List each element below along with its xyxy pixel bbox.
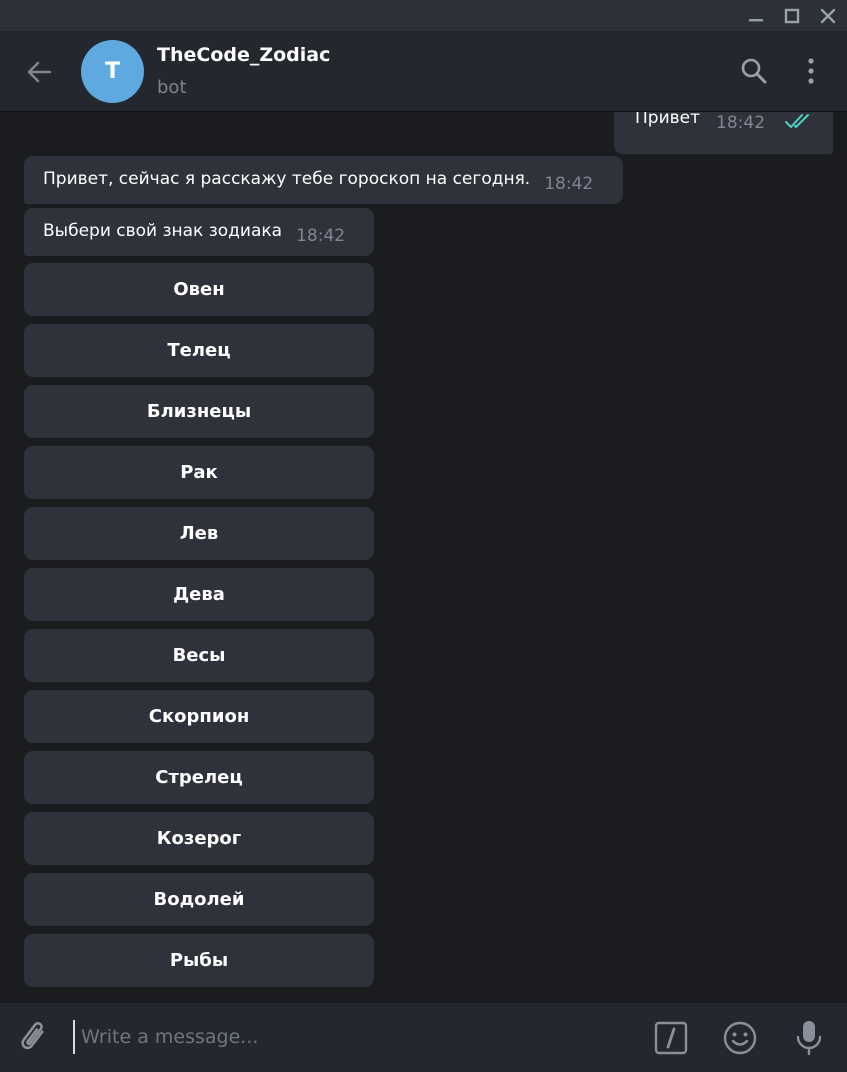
incoming-message[interactable]: Выбери свой знак зодиака 18:42 bbox=[24, 208, 374, 256]
emoji-button[interactable] bbox=[722, 1020, 758, 1056]
incoming-message[interactable]: Привет, сейчас я расскажу тебе гороскоп … bbox=[24, 156, 623, 204]
message-input[interactable] bbox=[73, 1020, 601, 1054]
zodiac-button-cancer[interactable]: Рак bbox=[24, 446, 374, 499]
back-button[interactable] bbox=[24, 57, 54, 87]
maximize-button[interactable] bbox=[780, 4, 804, 28]
emoji-icon bbox=[723, 1021, 757, 1055]
double-check-icon bbox=[784, 112, 812, 130]
search-button[interactable] bbox=[739, 56, 769, 86]
zodiac-button-sagittarius[interactable]: Стрелец bbox=[24, 751, 374, 804]
search-icon bbox=[741, 58, 767, 84]
voice-message-button[interactable] bbox=[795, 1018, 823, 1058]
close-window-button[interactable] bbox=[816, 4, 840, 28]
maximize-icon bbox=[784, 8, 800, 24]
zodiac-button-libra[interactable]: Весы bbox=[24, 629, 374, 682]
bot-command-icon bbox=[654, 1021, 688, 1055]
zodiac-button-taurus[interactable]: Телец bbox=[24, 324, 374, 377]
zodiac-button-virgo[interactable]: Дева bbox=[24, 568, 374, 621]
attach-button[interactable] bbox=[16, 1018, 52, 1058]
zodiac-button-aquarius[interactable]: Водолей bbox=[24, 873, 374, 926]
chat-header: T TheCode_Zodiac bot bbox=[0, 31, 847, 112]
zodiac-button-scorpio[interactable]: Скорпион bbox=[24, 690, 374, 743]
telegram-window: T TheCode_Zodiac bot Привет 18:42 Привет… bbox=[0, 0, 847, 1072]
window-titlebar bbox=[0, 0, 847, 31]
message-composer bbox=[0, 1003, 847, 1072]
message-time: 18:42 bbox=[296, 226, 346, 246]
close-icon bbox=[820, 8, 836, 24]
zodiac-button-leo[interactable]: Лев bbox=[24, 507, 374, 560]
message-time: 18:42 bbox=[716, 113, 766, 133]
arrow-left-icon bbox=[27, 61, 52, 83]
bot-commands-button[interactable] bbox=[653, 1020, 689, 1056]
minimize-icon bbox=[749, 19, 763, 22]
paperclip-icon bbox=[21, 1022, 44, 1050]
avatar[interactable]: T bbox=[81, 40, 144, 103]
chat-status: bot bbox=[157, 77, 187, 98]
message-time: 18:42 bbox=[544, 174, 594, 194]
zodiac-button-gemini[interactable]: Близнецы bbox=[24, 385, 374, 438]
microphone-icon bbox=[796, 1021, 822, 1056]
avatar-letter: T bbox=[104, 59, 120, 84]
more-menu-button[interactable] bbox=[801, 56, 821, 86]
zodiac-button-pisces[interactable]: Рыбы bbox=[24, 934, 374, 987]
zodiac-button-aries[interactable]: Овен bbox=[24, 263, 374, 316]
chat-title[interactable]: TheCode_Zodiac bbox=[157, 44, 330, 66]
more-vertical-icon bbox=[808, 58, 814, 84]
message-text: Привет, сейчас я расскажу тебе гороскоп … bbox=[43, 169, 531, 189]
message-text: Выбери свой знак зодиака bbox=[43, 221, 283, 241]
message-text: Привет bbox=[635, 112, 701, 128]
zodiac-button-capricorn[interactable]: Козерог bbox=[24, 812, 374, 865]
message-list[interactable]: Привет 18:42 Привет, сейчас я расскажу те… bbox=[0, 112, 847, 1003]
outgoing-message[interactable]: Привет 18:42 bbox=[614, 112, 833, 154]
minimize-button[interactable] bbox=[744, 4, 768, 28]
